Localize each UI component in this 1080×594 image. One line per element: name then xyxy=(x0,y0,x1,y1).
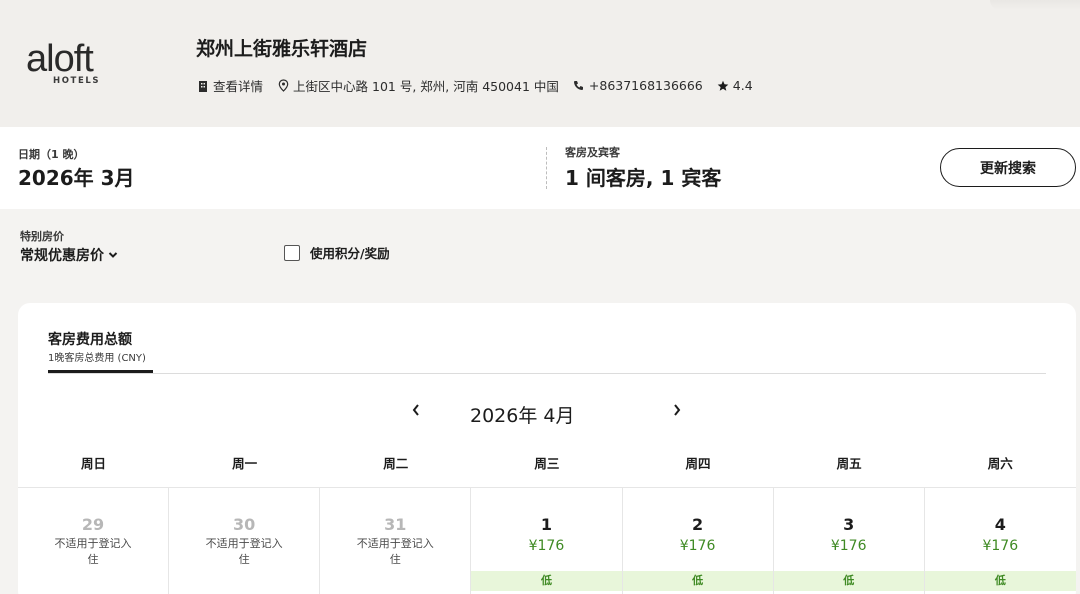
rooms-label: 客房及宾客 xyxy=(565,146,620,159)
weekday-thu: 周四 xyxy=(685,456,711,471)
use-points-label: 使用积分/奖励 xyxy=(310,246,390,261)
previous-month-button[interactable] xyxy=(407,401,425,419)
hotel-address[interactable]: 上街区中心路 101 号, 郑州, 河南 450041 中国 xyxy=(277,76,559,95)
use-points-option[interactable]: 使用积分/奖励 xyxy=(284,243,390,262)
phone-icon xyxy=(573,80,585,92)
chevron-left-icon xyxy=(412,404,419,416)
calendar-day-unavailable: 29 不适用于登记入住 xyxy=(18,488,170,594)
calendar-day-unavailable: 31 不适用于登记入住 xyxy=(320,488,472,594)
details-link-label: 查看详情 xyxy=(213,79,264,94)
rating-text: 4.4 xyxy=(732,78,753,93)
low-price-tag: 低 xyxy=(471,571,622,591)
calendar-day-unavailable: 30 不适用于登记入住 xyxy=(169,488,321,594)
low-price-tag: 低 xyxy=(924,571,1076,591)
day-price: ¥176 xyxy=(679,538,716,554)
tab-divider xyxy=(48,373,1046,374)
hotel-name: 郑州上街雅乐轩酒店 xyxy=(196,38,368,60)
rooms-guests-field[interactable]: 1 间客房, 1 宾客 xyxy=(565,162,721,191)
logo-subtitle: HOTELS xyxy=(53,76,101,86)
address-text: 上街区中心路 101 号, 郑州, 河南 450041 中国 xyxy=(293,79,559,94)
weekday-sat: 周六 xyxy=(987,456,1013,471)
calendar-month-title: 2026年 4月 xyxy=(470,405,575,427)
field-divider xyxy=(546,147,547,189)
star-icon xyxy=(717,80,729,92)
low-price-tag: 低 xyxy=(773,571,924,591)
chevron-down-icon xyxy=(108,251,118,259)
day-price: ¥176 xyxy=(528,538,565,554)
use-points-checkbox[interactable] xyxy=(284,244,300,261)
calendar-day-available[interactable]: 1 ¥176 低 xyxy=(471,488,623,594)
header-corner-shadow xyxy=(990,0,1080,10)
details-link[interactable]: 查看详情 xyxy=(197,76,263,95)
logo-wordmark: aloft xyxy=(26,38,94,80)
calendar-day-available[interactable]: 4 ¥176 低 xyxy=(924,488,1076,594)
building-icon xyxy=(197,80,209,92)
weekday-tue: 周二 xyxy=(383,456,409,471)
weekday-mon: 周一 xyxy=(232,456,258,471)
next-month-button[interactable] xyxy=(668,401,686,419)
weekday-fri: 周五 xyxy=(836,456,862,471)
day-number: 4 xyxy=(994,515,1006,534)
rate-calendar-card: 客房费用总额 1晚客房总费用 (CNY) 2026年 4月 周日 周一 周二 周… xyxy=(18,303,1076,594)
calendar-week-row: 29 不适用于登记入住 30 不适用于登记入住 31 不适用于登记入住 1 ¥1… xyxy=(18,488,1076,594)
chevron-right-icon xyxy=(674,404,681,416)
day-number: 29 xyxy=(81,515,105,534)
map-pin-icon xyxy=(277,79,289,92)
aloft-logo[interactable]: aloft HOTELS xyxy=(26,40,122,88)
special-rate-dropdown[interactable]: 常规优惠房价 xyxy=(20,245,118,265)
low-price-tag: 低 xyxy=(622,571,773,591)
hotel-rating[interactable]: 4.4 xyxy=(717,78,753,93)
day-unavailable-note: 不适用于登记入住 xyxy=(356,537,434,566)
hotel-info-row: 查看详情 上街区中心路 101 号, 郑州, 河南 450041 中国 +863… xyxy=(197,76,767,95)
day-unavailable-note: 不适用于登记入住 xyxy=(54,537,132,566)
weekday-wed: 周三 xyxy=(534,456,560,471)
tab-total-cost[interactable]: 客房费用总额 xyxy=(48,329,132,349)
hotel-phone[interactable]: +8637168136666 xyxy=(573,78,703,93)
day-number: 2 xyxy=(691,515,704,534)
day-number: 3 xyxy=(843,515,855,534)
special-rate-label: 特别房价 xyxy=(20,230,64,243)
day-number: 31 xyxy=(384,515,407,534)
day-price: ¥176 xyxy=(982,538,1019,554)
dates-field[interactable]: 2026年 3月 xyxy=(18,162,135,191)
weekday-sun: 周日 xyxy=(81,456,107,471)
calendar-day-available[interactable]: 3 ¥176 低 xyxy=(773,488,925,594)
phone-text: +8637168136666 xyxy=(588,78,703,93)
hotel-header: aloft HOTELS 郑州上街雅乐轩酒店 查看详情 上街区中心路 101 号… xyxy=(0,0,1080,127)
search-bar: 日期（1 晚） 2026年 3月 客房及宾客 1 间客房, 1 宾客 更新搜索 xyxy=(0,127,1080,209)
update-search-button[interactable]: 更新搜索 xyxy=(940,148,1076,187)
dates-label: 日期（1 晚） xyxy=(18,148,85,161)
calendar-day-available[interactable]: 2 ¥176 低 xyxy=(622,488,774,594)
day-price: ¥176 xyxy=(830,538,867,554)
day-unavailable-note: 不适用于登记入住 xyxy=(205,537,283,566)
tab-total-cost-subtitle: 1晚客房总费用 (CNY) xyxy=(48,353,146,364)
weekday-header: 周日 周一 周二 周三 周四 周五 周六 xyxy=(18,453,1076,487)
day-number: 1 xyxy=(540,515,552,534)
day-number: 30 xyxy=(233,515,256,534)
special-rate-value: 常规优惠房价 xyxy=(20,248,104,264)
